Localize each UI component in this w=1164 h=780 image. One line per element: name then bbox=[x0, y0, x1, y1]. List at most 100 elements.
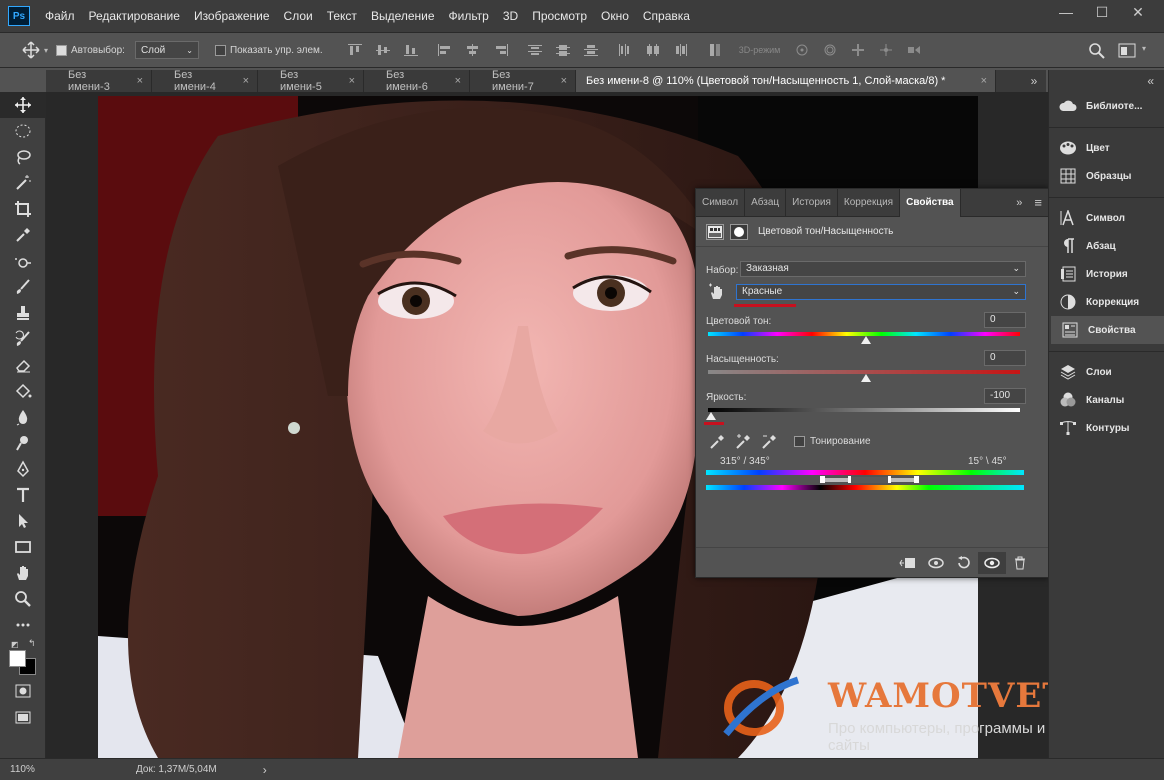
preset-dropdown[interactable]: Заказная ⌄ bbox=[740, 261, 1026, 277]
eraser-tool[interactable] bbox=[0, 352, 46, 378]
hue-slider-thumb[interactable] bbox=[861, 336, 871, 344]
tab-history[interactable]: История bbox=[786, 188, 838, 217]
dock-item-paths[interactable]: Контуры bbox=[1049, 414, 1164, 442]
saturation-slider-thumb[interactable] bbox=[861, 374, 871, 382]
eyedropper-plus-icon[interactable] bbox=[734, 433, 752, 451]
dock-item-libraries[interactable]: Библиоте... bbox=[1049, 92, 1164, 120]
close-window-button[interactable]: ✕ bbox=[1120, 0, 1156, 24]
foreground-color-swatch[interactable] bbox=[9, 650, 26, 667]
auto-select-checkbox[interactable] bbox=[56, 44, 68, 56]
reset-icon[interactable] bbox=[950, 552, 978, 574]
align-hcenter-icon[interactable] bbox=[465, 43, 481, 57]
lightness-slider-thumb[interactable] bbox=[706, 412, 716, 420]
clip-to-layer-icon[interactable] bbox=[894, 552, 922, 574]
zoom-level[interactable]: 110% bbox=[0, 764, 46, 775]
align-left-icon[interactable] bbox=[437, 43, 453, 57]
menu-image[interactable]: Изображение bbox=[187, 0, 277, 32]
healing-tool[interactable] bbox=[0, 248, 46, 274]
layer-mask-icon[interactable] bbox=[730, 223, 748, 240]
3d-scale-icon[interactable] bbox=[906, 43, 922, 57]
history-brush-tool[interactable] bbox=[0, 326, 46, 352]
distribute-bottom-icon[interactable] bbox=[583, 43, 599, 57]
tab-doc-5[interactable]: Без имени-5 × bbox=[258, 69, 364, 93]
quick-select-tool[interactable] bbox=[0, 170, 46, 196]
distribute-hcenter-icon[interactable] bbox=[645, 43, 661, 57]
dock-item-color[interactable]: Цвет bbox=[1049, 134, 1164, 162]
menu-help[interactable]: Справка bbox=[636, 0, 697, 32]
path-select-tool[interactable] bbox=[0, 508, 46, 534]
range-slider[interactable] bbox=[706, 476, 1024, 484]
3d-roll-icon[interactable] bbox=[822, 43, 838, 57]
tab-character[interactable]: Символ bbox=[696, 188, 746, 217]
adjustment-layer-icon[interactable] bbox=[706, 223, 724, 240]
distribute-left-icon[interactable] bbox=[617, 43, 633, 57]
dock-item-character[interactable]: Символ bbox=[1049, 204, 1164, 232]
marquee-tool[interactable] bbox=[0, 118, 46, 144]
tool-preset-chevron-icon[interactable]: ▾ bbox=[44, 46, 48, 55]
crop-tool[interactable] bbox=[0, 196, 46, 222]
menu-layers[interactable]: Слои bbox=[277, 0, 320, 32]
tab-adjustments[interactable]: Коррекция bbox=[838, 188, 901, 217]
hue-input[interactable]: 0 bbox=[984, 312, 1026, 328]
menu-edit[interactable]: Редактирование bbox=[82, 0, 187, 32]
brush-tool[interactable] bbox=[0, 274, 46, 300]
lasso-tool[interactable] bbox=[0, 144, 46, 170]
workspace-switcher-icon[interactable] bbox=[1118, 43, 1138, 59]
tab-doc-4[interactable]: Без имени-4 × bbox=[152, 69, 258, 93]
close-tab-icon[interactable]: × bbox=[349, 75, 355, 87]
pen-tool[interactable] bbox=[0, 456, 46, 482]
menu-view[interactable]: Просмотр bbox=[525, 0, 594, 32]
panel-expand-icon[interactable]: » bbox=[1010, 197, 1028, 209]
eyedropper-icon[interactable] bbox=[708, 433, 726, 451]
menu-window[interactable]: Окно bbox=[594, 0, 636, 32]
minimize-button[interactable]: — bbox=[1048, 0, 1084, 24]
tab-doc-6[interactable]: Без имени-6 × bbox=[364, 69, 470, 93]
view-previous-state-icon[interactable] bbox=[922, 552, 950, 574]
lightness-slider-track[interactable] bbox=[708, 408, 1020, 412]
maximize-button[interactable]: ☐ bbox=[1084, 0, 1120, 24]
toggle-visibility-icon[interactable] bbox=[978, 551, 1006, 574]
channel-dropdown[interactable]: Красные ⌄ bbox=[736, 284, 1026, 300]
rectangle-tool[interactable] bbox=[0, 534, 46, 560]
default-colors-icon[interactable]: ◩ bbox=[11, 640, 19, 649]
type-tool[interactable] bbox=[0, 482, 46, 508]
3d-pan-icon[interactable] bbox=[850, 43, 866, 57]
range-handle[interactable] bbox=[820, 476, 825, 483]
workspace-chevron-icon[interactable]: ▾ bbox=[1142, 44, 1146, 53]
tab-paragraph[interactable]: Абзац bbox=[745, 188, 787, 217]
panel-menu-icon[interactable]: ≡ bbox=[1028, 195, 1048, 210]
close-tab-icon[interactable]: × bbox=[981, 75, 987, 87]
dock-item-properties[interactable]: Свойства bbox=[1049, 316, 1164, 344]
dock-collapse-icon[interactable]: « bbox=[1049, 70, 1164, 92]
distribute-right-icon[interactable] bbox=[673, 43, 689, 57]
stamp-tool[interactable] bbox=[0, 300, 46, 326]
dock-item-channels[interactable]: Каналы bbox=[1049, 386, 1164, 414]
distribute-vcenter-icon[interactable] bbox=[555, 43, 571, 57]
search-icon[interactable] bbox=[1088, 42, 1106, 60]
screen-mode-button[interactable] bbox=[0, 704, 46, 730]
dock-item-layers[interactable]: Слои bbox=[1049, 358, 1164, 386]
show-transform-checkbox[interactable] bbox=[214, 44, 226, 56]
range-handle[interactable] bbox=[914, 476, 919, 483]
menu-3d[interactable]: 3D bbox=[496, 0, 525, 32]
eyedropper-minus-icon[interactable] bbox=[760, 433, 778, 451]
status-info-arrow-icon[interactable]: › bbox=[263, 763, 267, 777]
dodge-tool[interactable] bbox=[0, 430, 46, 456]
targeted-adjust-hand-icon[interactable] bbox=[708, 283, 726, 301]
dock-item-paragraph[interactable]: Абзац bbox=[1049, 232, 1164, 260]
tab-properties[interactable]: Свойства bbox=[900, 188, 961, 217]
align-vcenter-icon[interactable] bbox=[375, 43, 391, 57]
dock-item-history[interactable]: История bbox=[1049, 260, 1164, 288]
menu-file[interactable]: Файл bbox=[38, 0, 82, 32]
menu-filter[interactable]: Фильтр bbox=[442, 0, 496, 32]
close-tab-icon[interactable]: × bbox=[243, 75, 249, 87]
align-bottom-icon[interactable] bbox=[403, 43, 419, 57]
lightness-input[interactable]: -100 bbox=[984, 388, 1026, 404]
close-tab-icon[interactable]: × bbox=[561, 75, 567, 87]
zoom-tool[interactable] bbox=[0, 586, 46, 612]
delete-icon[interactable] bbox=[1006, 552, 1034, 574]
tabs-overflow-icon[interactable]: » bbox=[1022, 70, 1046, 92]
align-right-icon[interactable] bbox=[493, 43, 509, 57]
move-tool[interactable] bbox=[0, 92, 46, 118]
colorize-checkbox[interactable] bbox=[794, 436, 805, 447]
